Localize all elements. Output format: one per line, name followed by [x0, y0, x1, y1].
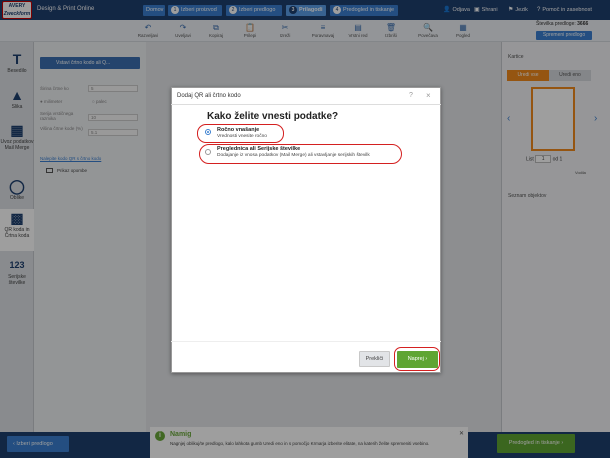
dialog-close-icon[interactable]: ×	[426, 91, 431, 100]
highlight-ring	[199, 144, 402, 164]
help-icon[interactable]: ?	[409, 92, 413, 99]
dialog-title: Dodaj QR ali črtno kodo	[177, 93, 241, 99]
divider	[171, 341, 441, 342]
divider	[171, 104, 441, 105]
cancel-button[interactable]: Prekliči	[359, 351, 390, 367]
highlight-ring	[394, 347, 440, 371]
highlight-ring	[197, 124, 284, 143]
dialog-question: Kako želite vnesti podatke?	[207, 111, 339, 122]
